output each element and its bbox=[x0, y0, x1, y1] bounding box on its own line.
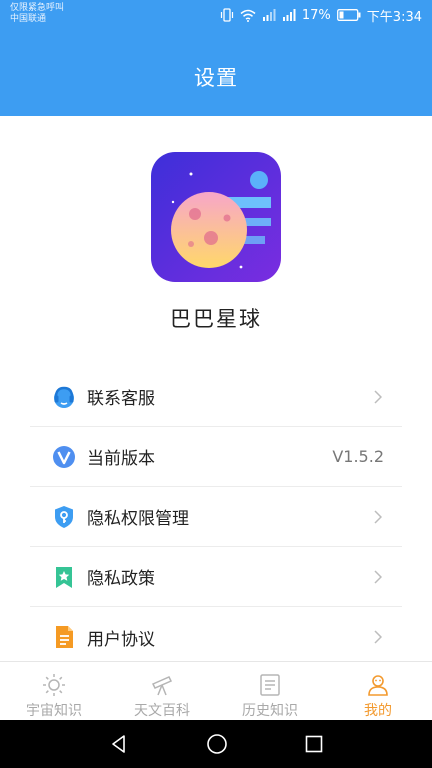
system-navigation-bar bbox=[0, 720, 432, 768]
menu-label-current-version: 当前版本 bbox=[87, 449, 155, 469]
telescope-icon bbox=[149, 672, 175, 698]
chevron-right-icon bbox=[374, 569, 383, 588]
signal-4g-icon bbox=[282, 8, 296, 22]
tab-label: 历史知识 bbox=[242, 703, 298, 719]
page-title: 设置 bbox=[194, 66, 238, 90]
battery-percent: 17% bbox=[301, 7, 331, 23]
tab-astronomy-encyclopedia[interactable]: 天文百科 bbox=[108, 662, 216, 720]
header-bar: 设置 bbox=[0, 30, 432, 116]
tab-universe-knowledge[interactable]: 宇宙知识 bbox=[0, 662, 108, 720]
menu-item-user-agreement[interactable]: 用户协议 bbox=[30, 607, 402, 667]
bookmark-star-icon bbox=[51, 564, 77, 590]
back-icon[interactable] bbox=[109, 734, 129, 754]
tab-label: 宇宙知识 bbox=[26, 703, 82, 719]
clock: 下午3:34 bbox=[366, 9, 422, 25]
menu-label-user-agreement: 用户协议 bbox=[87, 629, 155, 650]
status-bar: 仅限紧急呼叫 中国联通 17% 下午3:34 bbox=[0, 0, 432, 30]
tab-label: 天文百科 bbox=[134, 703, 190, 719]
wifi-icon bbox=[240, 9, 256, 22]
sun-icon bbox=[41, 672, 67, 698]
carrier-info: 仅限紧急呼叫 中国联通 bbox=[10, 3, 64, 25]
tab-mine[interactable]: 我的 bbox=[324, 662, 432, 720]
profile-icon bbox=[365, 672, 391, 698]
chevron-right-icon bbox=[374, 509, 383, 528]
battery-icon bbox=[336, 9, 361, 21]
recent-apps-icon[interactable] bbox=[305, 735, 323, 753]
menu-item-privacy-policy[interactable]: 隐私政策 bbox=[30, 547, 402, 607]
vibrate-icon bbox=[220, 8, 234, 22]
headset-icon bbox=[51, 384, 77, 410]
document-icon bbox=[51, 624, 77, 650]
bottom-tab-bar: 宇宙知识 天文百科 历史知识 我的 bbox=[0, 661, 432, 720]
chevron-right-icon bbox=[374, 629, 383, 648]
home-icon[interactable] bbox=[206, 733, 228, 755]
tab-label: 我的 bbox=[364, 703, 392, 719]
tab-history-knowledge[interactable]: 历史知识 bbox=[216, 662, 324, 720]
menu-item-privacy-permissions[interactable]: 隐私权限管理 bbox=[30, 487, 402, 547]
version-value: V1.5.2 bbox=[332, 447, 384, 466]
app-name: 巴巴星球 bbox=[170, 307, 262, 331]
menu-label-privacy-policy: 隐私政策 bbox=[87, 569, 155, 589]
version-icon bbox=[51, 444, 77, 470]
menu-item-current-version[interactable]: 当前版本 V1.5.2 bbox=[30, 427, 402, 487]
menu-item-contact-service[interactable]: 联系客服 bbox=[30, 367, 402, 427]
signal-no-sim-icon bbox=[262, 8, 276, 22]
menu-label-contact-service: 联系客服 bbox=[87, 389, 155, 409]
chevron-right-icon bbox=[374, 389, 383, 408]
shield-key-icon bbox=[51, 504, 77, 530]
settings-menu: 联系客服 当前版本 V1.5.2 隐私权限管理 隐私政策 用户协议 bbox=[30, 367, 402, 667]
carrier-line-1: 仅限紧急呼叫 bbox=[10, 3, 65, 13]
notes-icon bbox=[257, 672, 283, 698]
status-indicators: 17% 下午3:34 bbox=[220, 7, 422, 25]
app-logo bbox=[151, 152, 281, 282]
menu-label-privacy-permissions: 隐私权限管理 bbox=[87, 509, 189, 529]
carrier-line-2: 中国联通 bbox=[10, 14, 47, 24]
